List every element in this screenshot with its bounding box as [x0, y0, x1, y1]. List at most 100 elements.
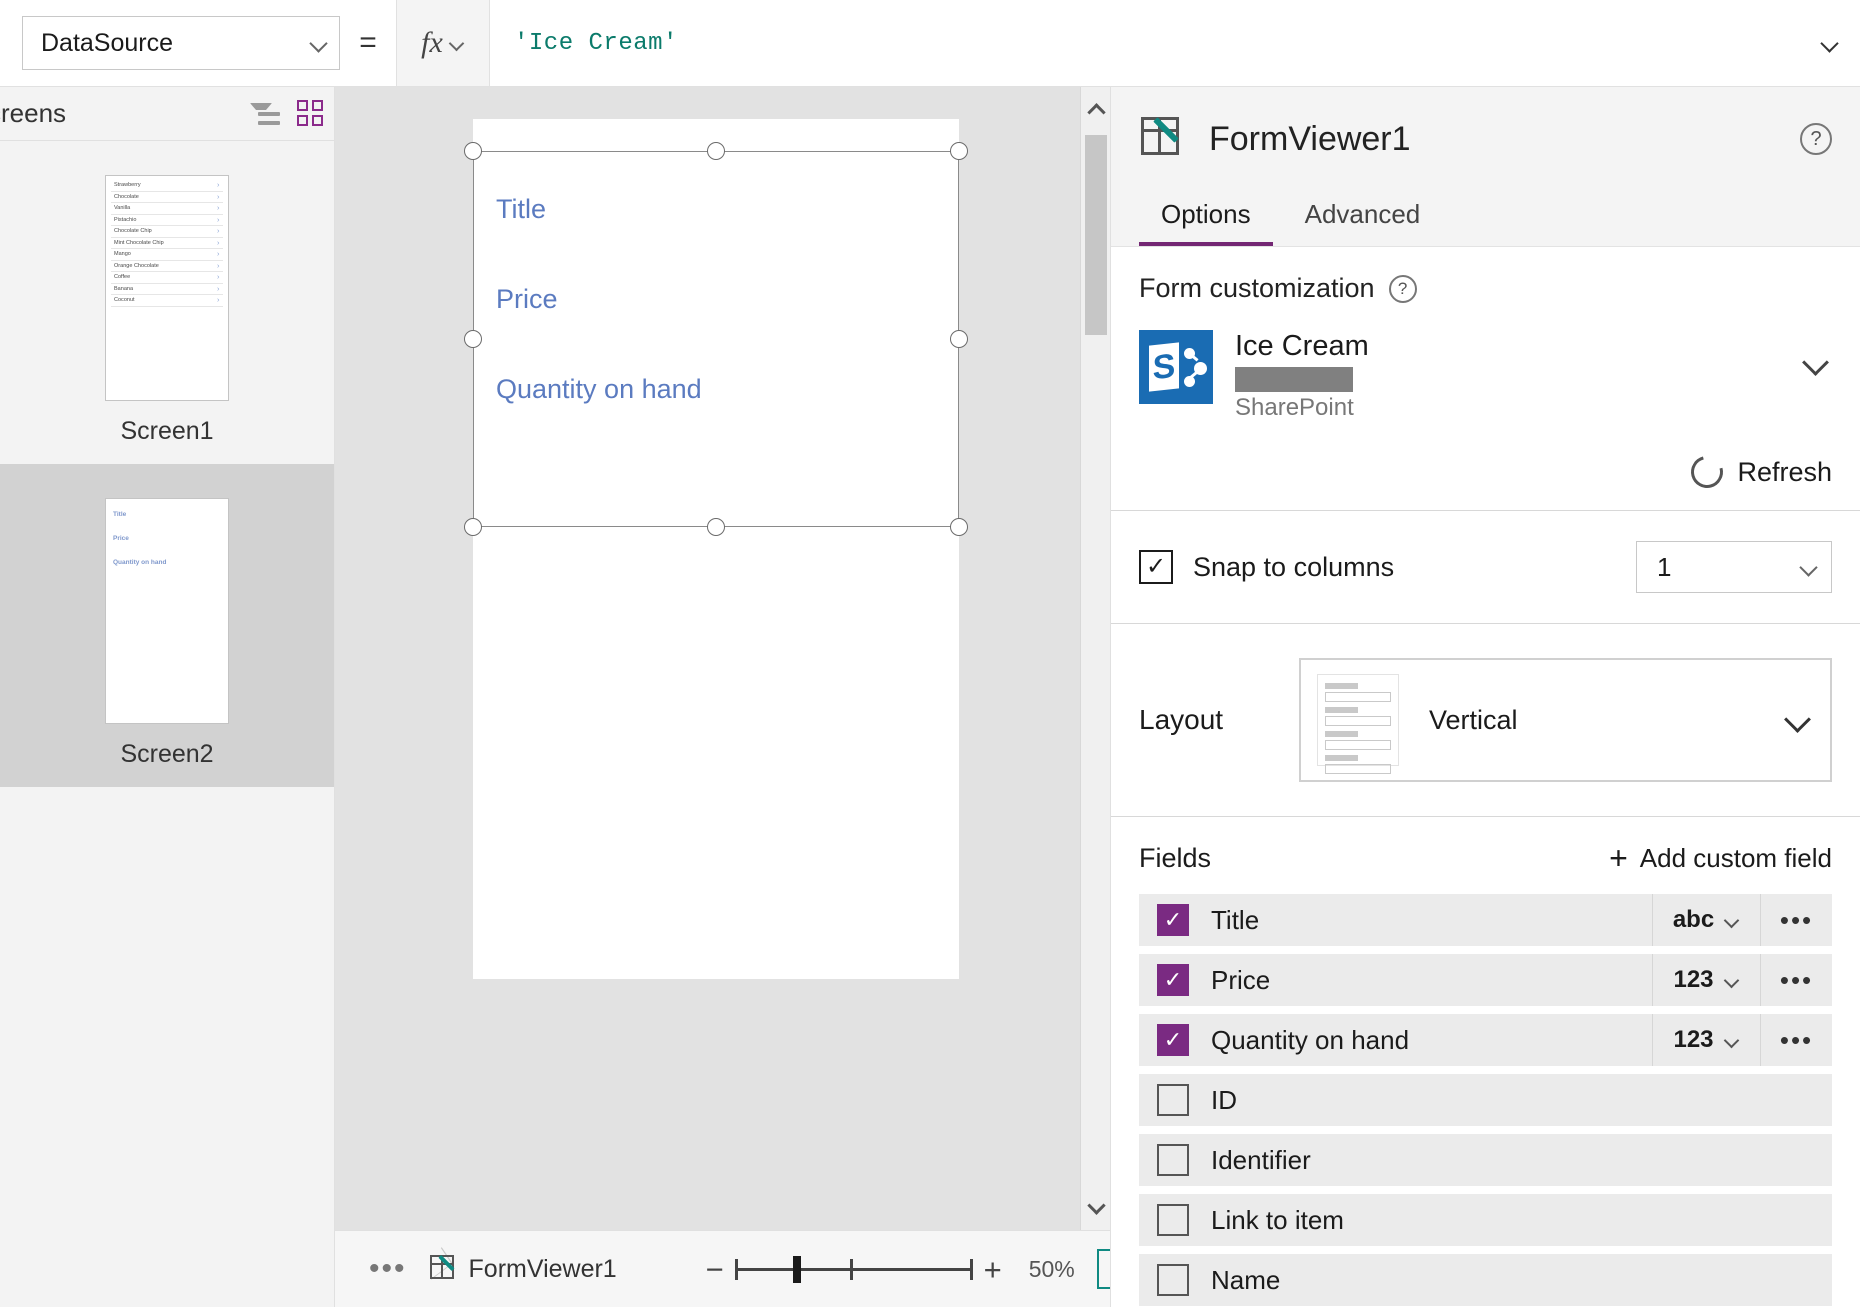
field-row-identifier[interactable]: Identifier — [1139, 1134, 1832, 1186]
breadcrumb[interactable]: FormViewer1 — [469, 1255, 617, 1284]
field-type-value: 123 — [1673, 1026, 1713, 1054]
field-checkbox[interactable]: ✓ — [1157, 904, 1189, 936]
app-canvas[interactable]: Title Price Quantity on hand — [335, 87, 1110, 1230]
resize-handle-bottom-center[interactable] — [707, 518, 725, 536]
list-item: Pistachio› — [111, 215, 223, 227]
resize-handle-bottom-left[interactable] — [464, 518, 482, 536]
field-checkbox[interactable]: ✓ — [1157, 964, 1189, 996]
list-item: Orange Chocolate› — [111, 261, 223, 273]
help-icon[interactable]: ? — [1800, 123, 1832, 155]
datasource-account — [1235, 367, 1353, 392]
canvas-scrollbar[interactable] — [1080, 87, 1110, 1230]
zoom-slider[interactable] — [735, 1249, 973, 1289]
resize-handle-bottom-right[interactable] — [950, 518, 968, 536]
properties-panel-header: FormViewer1 ? — [1111, 87, 1860, 191]
chevron-down-icon — [1799, 557, 1819, 577]
form-field-label-price[interactable]: Price — [496, 284, 558, 315]
chevron-up-icon — [1087, 103, 1105, 121]
fields-list: ✓ Title abc ••• ✓ Price 123 ••• — [1111, 894, 1860, 1306]
list-view-toggle[interactable] — [242, 91, 288, 137]
field-more-button[interactable]: ••• — [1760, 894, 1832, 946]
form-customization-heading: Form customization ? — [1139, 273, 1832, 304]
properties-tabs: Options Advanced — [1111, 191, 1860, 247]
field-type-value: abc — [1673, 906, 1714, 934]
tab-advanced[interactable]: Advanced — [1283, 199, 1443, 246]
zoom-in-button[interactable]: + — [973, 1249, 1013, 1289]
field-checkbox[interactable] — [1157, 1084, 1189, 1116]
field-checkbox[interactable] — [1157, 1144, 1189, 1176]
datasource-card[interactable]: S Ice Cream SharePoint — [1139, 330, 1832, 422]
snap-to-columns-checkbox[interactable]: ✓ — [1139, 550, 1173, 584]
field-name: Price — [1211, 965, 1270, 996]
add-custom-field-button[interactable]: + Add custom field — [1609, 843, 1832, 874]
zoom-level: 50% — [1029, 1256, 1087, 1283]
resize-handle-top-left[interactable] — [464, 142, 482, 160]
list-item: Vanilla› — [111, 203, 223, 215]
scrollbar-thumb[interactable] — [1085, 135, 1107, 335]
resize-handle-middle-left[interactable] — [464, 330, 482, 348]
snap-to-columns-row: ✓ Snap to columns 1 — [1111, 511, 1860, 623]
chevron-right-icon: › — [217, 251, 219, 258]
field-name: ID — [1211, 1085, 1237, 1116]
zoom-out-button[interactable]: − — [695, 1249, 735, 1289]
chevron-down-icon[interactable] — [1802, 348, 1832, 378]
formula-expand-button[interactable] — [1800, 0, 1860, 86]
layout-row: Layout Vertical — [1111, 624, 1860, 816]
list-view-icon — [250, 102, 280, 126]
resize-handle-top-right[interactable] — [950, 142, 968, 160]
formula-input[interactable]: 'Ice Cream' — [490, 0, 1800, 86]
formviewer-selection[interactable]: Title Price Quantity on hand — [473, 151, 959, 527]
help-icon[interactable]: ? — [1389, 275, 1417, 303]
field-name: Quantity on hand — [1211, 1025, 1409, 1056]
field-row-name[interactable]: Name — [1139, 1254, 1832, 1306]
refresh-label: Refresh — [1737, 457, 1832, 488]
field-row-quantity-on-hand[interactable]: ✓ Quantity on hand 123 ••• — [1139, 1014, 1832, 1066]
preview-field-label: Price — [113, 535, 221, 542]
field-row-id[interactable]: ID — [1139, 1074, 1832, 1126]
field-row-title[interactable]: ✓ Title abc ••• — [1139, 894, 1832, 946]
property-dropdown[interactable]: DataSource — [22, 16, 340, 70]
field-name: Name — [1211, 1265, 1280, 1296]
form-customization-section: Form customization ? S Ice Cream SharePo… — [1111, 247, 1860, 510]
screen-thumbnail-screen1[interactable]: Strawberry› Chocolate› Vanilla› Pistachi… — [0, 141, 334, 464]
refresh-icon — [1686, 450, 1730, 494]
layout-value: Vertical — [1429, 705, 1784, 736]
field-checkbox[interactable]: ✓ — [1157, 1024, 1189, 1056]
field-type-dropdown[interactable]: abc — [1652, 894, 1760, 946]
grid-view-toggle[interactable] — [288, 91, 334, 137]
field-checkbox[interactable] — [1157, 1264, 1189, 1296]
overflow-menu-button[interactable]: ••• — [369, 1254, 407, 1284]
layout-dropdown[interactable]: Vertical — [1299, 658, 1832, 782]
columns-dropdown[interactable]: 1 — [1636, 541, 1832, 593]
form-field-label-title[interactable]: Title — [496, 194, 546, 225]
fx-icon: fx — [421, 26, 443, 60]
resize-handle-middle-right[interactable] — [950, 330, 968, 348]
list-item: Mango› — [111, 249, 223, 261]
field-row-link-to-item[interactable]: Link to item — [1139, 1194, 1832, 1246]
refresh-button[interactable]: Refresh — [1139, 456, 1832, 510]
field-name: Title — [1211, 905, 1259, 936]
field-more-button[interactable]: ••• — [1760, 1014, 1832, 1066]
scroll-up-button[interactable] — [1081, 91, 1111, 127]
field-more-button[interactable]: ••• — [1760, 954, 1832, 1006]
list-item: Banana› — [111, 284, 223, 296]
fx-button[interactable]: fx — [396, 0, 490, 86]
scroll-down-button[interactable] — [1081, 1190, 1111, 1226]
resize-handle-top-center[interactable] — [707, 142, 725, 160]
form-field-label-quantity[interactable]: Quantity on hand — [496, 374, 702, 405]
add-custom-field-label: Add custom field — [1640, 843, 1832, 874]
chevron-right-icon: › — [217, 239, 219, 246]
screen2-preview: Title Price Quantity on hand — [105, 498, 229, 724]
list-item: Coconut› — [111, 295, 223, 307]
powerapps-studio: DataSource = fx 'Ice Cream' creens — [0, 0, 1860, 1307]
tab-options[interactable]: Options — [1139, 199, 1273, 246]
screen-thumbnail-screen2[interactable]: Title Price Quantity on hand Screen2 — [0, 464, 334, 787]
chevron-right-icon: › — [217, 262, 219, 269]
field-type-dropdown[interactable]: 123 — [1652, 954, 1760, 1006]
form-customization-label: Form customization — [1139, 273, 1375, 304]
field-row-price[interactable]: ✓ Price 123 ••• — [1139, 954, 1832, 1006]
field-type-dropdown[interactable]: 123 — [1652, 1014, 1760, 1066]
screens-panel: creens Strawberry› Chocolate› Vanilla› P… — [0, 87, 335, 1307]
chevron-right-icon: › — [217, 297, 219, 304]
field-checkbox[interactable] — [1157, 1204, 1189, 1236]
